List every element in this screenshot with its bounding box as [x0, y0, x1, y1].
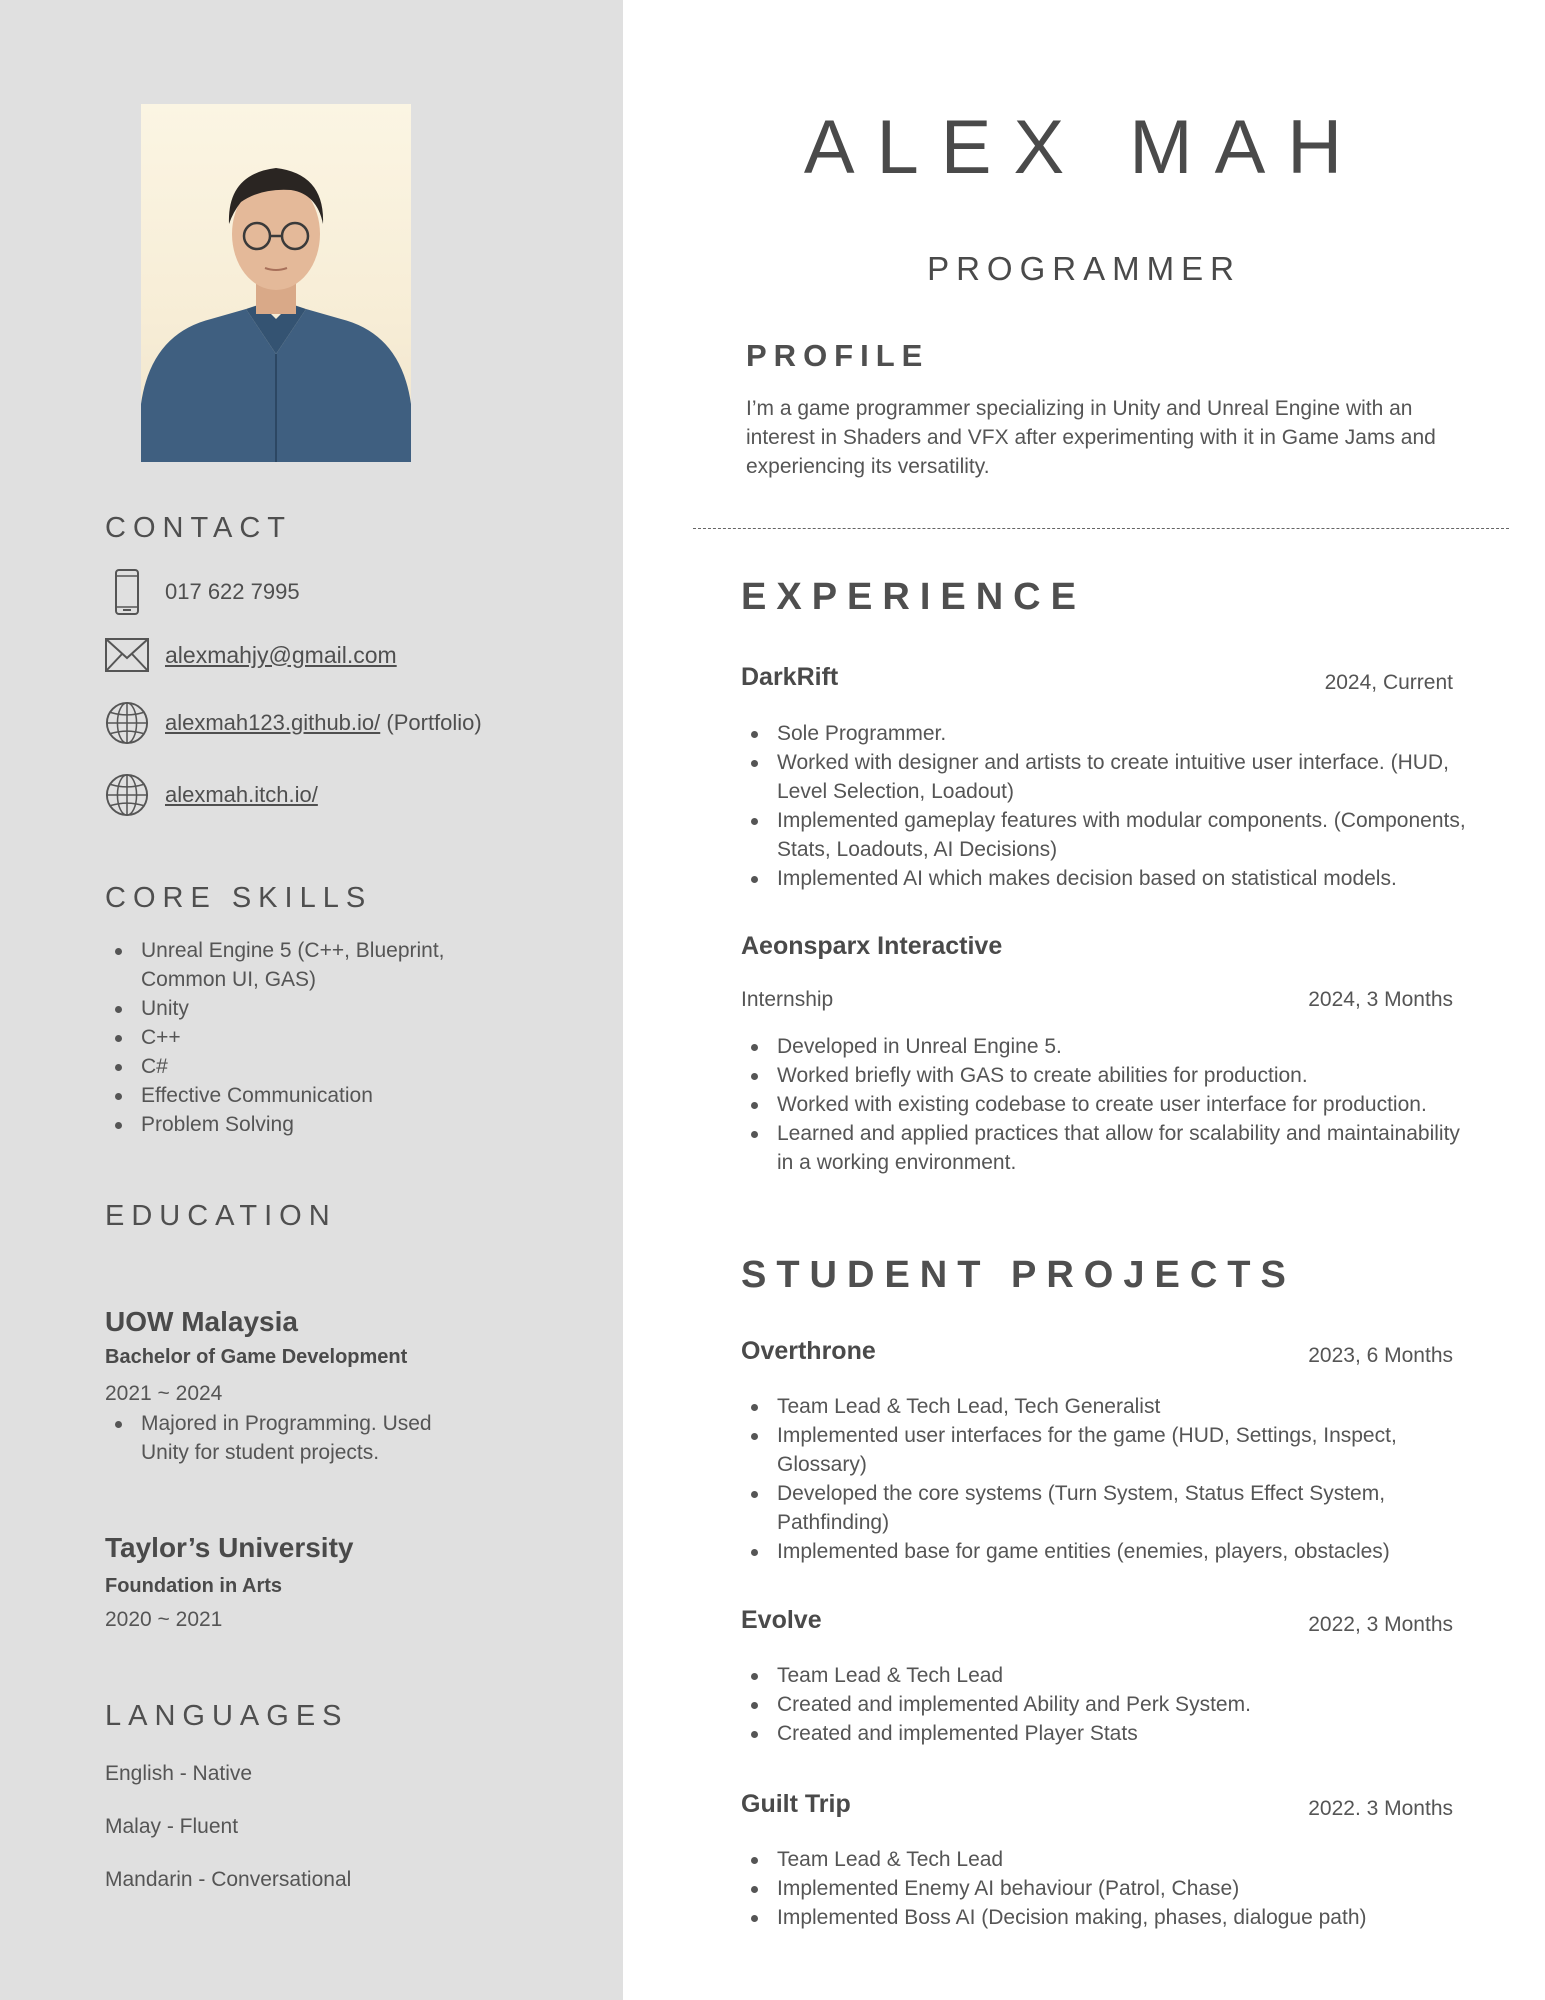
project-date: 2023, 6 Months — [1308, 1344, 1453, 1367]
education-years: 2021 ~ 2024 — [105, 1382, 223, 1405]
contact-heading: CONTACT — [105, 512, 293, 544]
list-item: Team Lead & Tech Lead, Tech Generalist — [741, 1392, 1481, 1421]
project-date: 2022, 3 Months — [1308, 1613, 1453, 1636]
job-duties: Developed in Unreal Engine 5. Worked bri… — [741, 1032, 1481, 1177]
student-projects-heading: STUDENT PROJECTS — [741, 1254, 1296, 1296]
list-item: Implemented Boss AI (Decision making, ph… — [741, 1903, 1481, 1932]
education-years: 2020 ~ 2021 — [105, 1608, 223, 1631]
section-divider — [693, 528, 1509, 529]
project-name: Overthrone — [741, 1337, 876, 1365]
list-item: Implemented gameplay features with modul… — [741, 806, 1481, 864]
education-degree: Foundation in Arts — [105, 1575, 283, 1597]
globe-icon — [105, 772, 149, 818]
education-degree: Bachelor of Game Development — [105, 1346, 408, 1368]
list-item: Implemented user interfaces for the game… — [741, 1421, 1481, 1479]
mail-icon — [105, 632, 149, 678]
contact-portfolio: alexmah123.github.io/ (Portfolio) — [105, 700, 482, 746]
skills-list: Unreal Engine 5 (C++, Blueprint, Common … — [105, 936, 505, 1139]
list-item: Effective Communication — [105, 1081, 505, 1110]
globe-icon — [105, 700, 149, 746]
email-address[interactable]: alexmahjy@gmail.com — [165, 642, 397, 668]
portfolio-link[interactable]: alexmah123.github.io/ — [165, 710, 380, 735]
list-item: Sole Programmer. — [741, 719, 1481, 748]
person-photo-illustration — [141, 168, 411, 462]
list-item: Team Lead & Tech Lead — [741, 1661, 1481, 1690]
main-content: ALEX MAH PROGRAMMER PROFILE I’m a game p… — [623, 0, 1545, 2000]
job-duties: Sole Programmer. Worked with designer an… — [741, 719, 1481, 893]
education-heading: EDUCATION — [105, 1200, 337, 1232]
list-item: Majored in Programming. Used Unity for s… — [105, 1409, 465, 1467]
education-school: Taylor’s University — [105, 1532, 354, 1563]
core-skills-heading: CORE SKILLS — [105, 882, 373, 914]
job-company: DarkRift — [741, 663, 839, 691]
language-item: Malay - Fluent — [105, 1815, 239, 1838]
profile-photo — [141, 104, 411, 462]
person-name: ALEX MAH — [803, 105, 1365, 190]
list-item: Developed the core systems (Turn System,… — [741, 1479, 1481, 1537]
project-items: Team Lead & Tech Lead Implemented Enemy … — [741, 1845, 1481, 1932]
project-name: Guilt Trip — [741, 1790, 851, 1818]
experience-heading: EXPERIENCE — [741, 576, 1086, 618]
portfolio-suffix: (Portfolio) — [380, 710, 482, 735]
job-title: PROGRAMMER — [927, 250, 1241, 287]
list-item: Learned and applied practices that allow… — [741, 1119, 1481, 1177]
phone-number: 017 622 7995 — [165, 579, 300, 604]
list-item: Unreal Engine 5 (C++, Blueprint, Common … — [105, 936, 505, 994]
project-items: Team Lead & Tech Lead Created and implem… — [741, 1661, 1481, 1748]
itch-entry: alexmah.itch.io/ — [165, 782, 318, 808]
list-item: Implemented AI which makes decision base… — [741, 864, 1481, 893]
portfolio-entry: alexmah123.github.io/ (Portfolio) — [165, 710, 482, 736]
list-item: Worked briefly with GAS to create abilit… — [741, 1061, 1481, 1090]
list-item: Worked with existing codebase to create … — [741, 1090, 1481, 1119]
profile-text: I’m a game programmer specializing in Un… — [746, 397, 1436, 478]
job-company: Aeonsparx Interactive — [741, 932, 1003, 960]
email-link[interactable]: alexmahjy@gmail.com — [165, 642, 397, 669]
list-item: Problem Solving — [105, 1110, 505, 1139]
list-item: Unity — [105, 994, 505, 1023]
language-item: Mandarin - Conversational — [105, 1868, 352, 1891]
itch-link[interactable]: alexmah.itch.io/ — [165, 782, 318, 807]
sidebar: CONTACT 017 622 7995 alexmahjy@gmail.com — [0, 0, 623, 2000]
list-item: C# — [105, 1052, 505, 1081]
project-name: Evolve — [741, 1606, 822, 1634]
education-school: UOW Malaysia — [105, 1306, 298, 1337]
contact-itch: alexmah.itch.io/ — [105, 772, 318, 818]
list-item: Created and implemented Player Stats — [741, 1719, 1481, 1748]
phone-icon — [105, 569, 149, 615]
list-item: Developed in Unreal Engine 5. — [741, 1032, 1481, 1061]
job-date: 2024, Current — [1324, 671, 1453, 694]
profile-heading: PROFILE — [746, 338, 930, 373]
education-notes: Majored in Programming. Used Unity for s… — [105, 1409, 465, 1467]
job-date: 2024, 3 Months — [1308, 988, 1453, 1011]
job-role: Internship — [741, 988, 834, 1011]
list-item: Implemented Enemy AI behaviour (Patrol, … — [741, 1874, 1481, 1903]
list-item: Team Lead & Tech Lead — [741, 1845, 1481, 1874]
project-date: 2022. 3 Months — [1308, 1797, 1453, 1820]
language-item: English - Native — [105, 1762, 253, 1785]
list-item: C++ — [105, 1023, 505, 1052]
contact-email: alexmahjy@gmail.com — [105, 632, 397, 678]
list-item: Implemented base for game entities (enem… — [741, 1537, 1481, 1566]
project-items: Team Lead & Tech Lead, Tech Generalist I… — [741, 1392, 1481, 1566]
contact-phone: 017 622 7995 — [105, 569, 300, 615]
list-item: Worked with designer and artists to crea… — [741, 748, 1481, 806]
list-item: Created and implemented Ability and Perk… — [741, 1690, 1481, 1719]
languages-heading: LANGUAGES — [105, 1700, 349, 1732]
